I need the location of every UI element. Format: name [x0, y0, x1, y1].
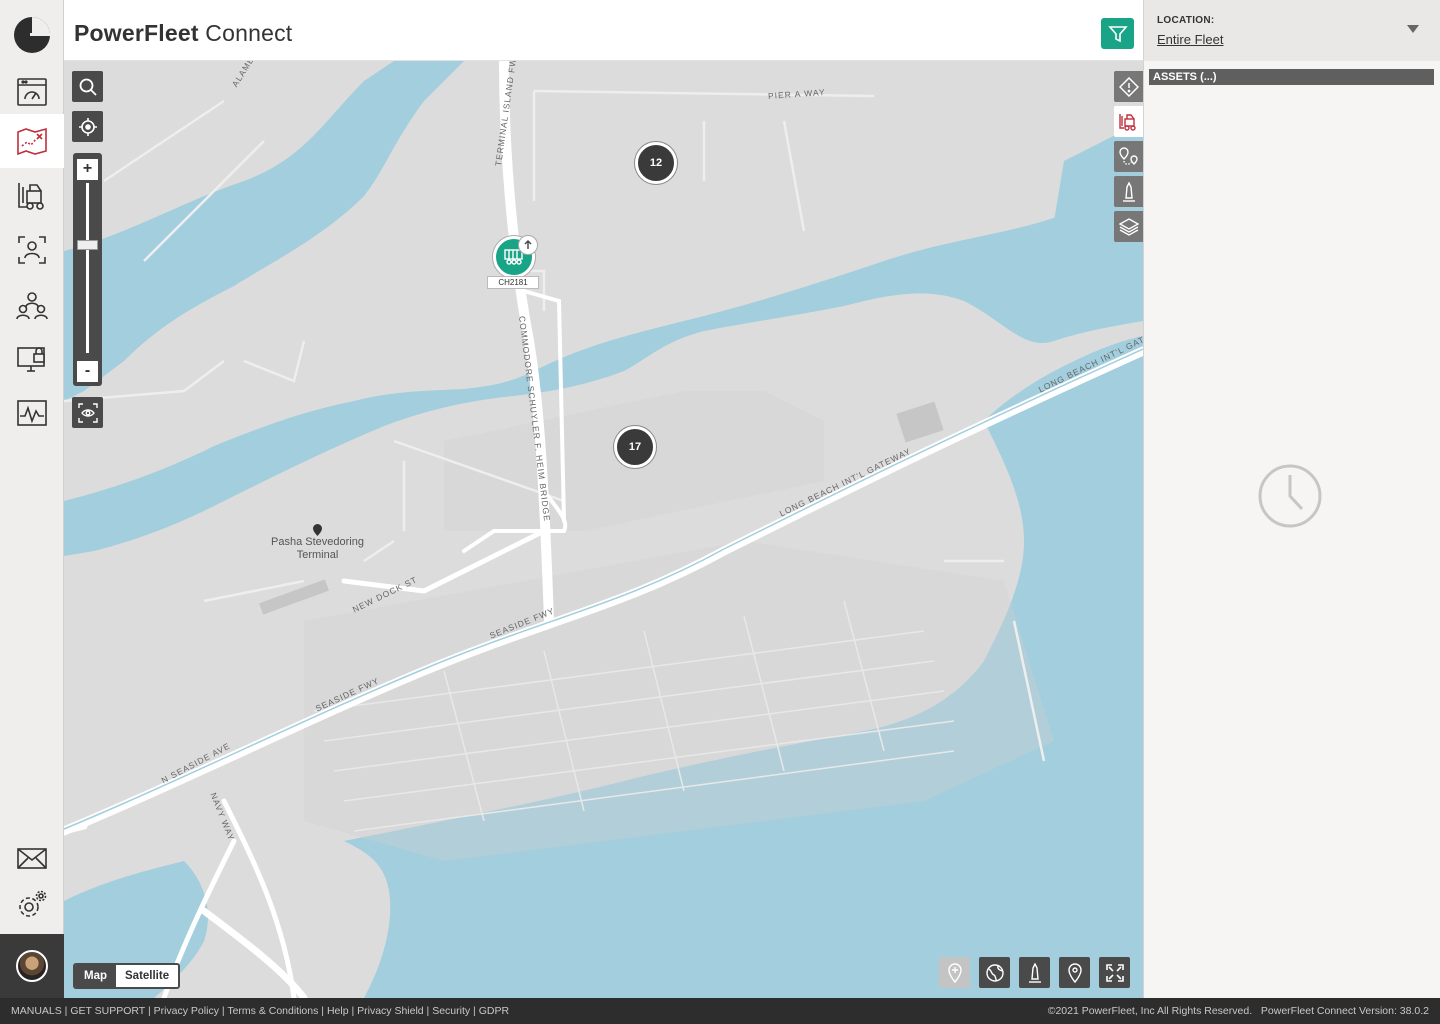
footer-link-privacy-shield[interactable]: Privacy Shield	[357, 1005, 424, 1017]
location-pin-icon	[1067, 962, 1082, 983]
footer-link-gdpr[interactable]: GDPR	[479, 1005, 509, 1017]
forklift-icon	[18, 183, 44, 210]
avatar[interactable]	[16, 950, 48, 982]
zoom-handle[interactable]	[77, 240, 98, 250]
location-pin-button[interactable]	[1059, 957, 1090, 988]
nav-settings[interactable]	[0, 877, 64, 931]
fullscreen-button[interactable]	[1099, 957, 1130, 988]
nav-analytics[interactable]	[0, 386, 64, 440]
filter-icon	[1107, 25, 1128, 42]
assets-header: ASSETS (...)	[1149, 69, 1434, 85]
footer-right: ©2021 PowerFleet, Inc All Rights Reserve…	[1048, 998, 1429, 1024]
poi-pin-icon[interactable]	[313, 524, 322, 536]
map-type-map[interactable]: Map	[75, 965, 116, 987]
footer-link-manuals[interactable]: MANUALS	[11, 1005, 62, 1017]
nav-groups[interactable]	[0, 278, 64, 332]
map-view[interactable]: PIER A WAY TERMINAL ISLAND FWY COMMODORE…	[64, 61, 1143, 998]
footer-link-help[interactable]: Help	[327, 1005, 349, 1017]
map-type-toggle[interactable]: Map Satellite	[73, 963, 181, 989]
right-panel: LOCATION: Entire Fleet ASSETS (...)	[1143, 0, 1440, 998]
vehicle-label[interactable]: CH2181	[487, 276, 539, 289]
alert-diamond-icon	[1118, 76, 1139, 97]
arrow-up-icon	[524, 240, 532, 249]
assets-tool[interactable]	[1114, 106, 1143, 137]
layers-icon	[1118, 217, 1139, 236]
alerts-tool[interactable]	[1114, 71, 1143, 102]
search-icon	[79, 78, 97, 96]
landmarks-tool[interactable]	[1114, 176, 1143, 207]
footer-link-privacy[interactable]: Privacy Policy	[154, 1005, 219, 1017]
asset-cluster[interactable]: 17	[614, 426, 656, 468]
monitor-lock-icon	[17, 347, 45, 372]
poi-label: Pasha Stevedoring Terminal	[271, 536, 364, 561]
footer-link-security[interactable]: Security	[432, 1005, 470, 1017]
footer: MANUALS | GET SUPPORT | Privacy Policy |…	[0, 998, 1440, 1024]
location-selector[interactable]: LOCATION: Entire Fleet	[1144, 0, 1440, 61]
clock-icon	[1258, 464, 1322, 528]
map-icon	[17, 127, 47, 156]
user-profile[interactable]	[0, 934, 64, 998]
map-canvas[interactable]	[64, 61, 1143, 998]
zoom-out-button[interactable]: -	[77, 361, 98, 382]
fullscreen-icon	[1105, 963, 1124, 982]
asset-cluster[interactable]: 12	[635, 142, 677, 184]
visibility-button[interactable]	[72, 397, 103, 428]
copyright: ©2021 PowerFleet, Inc All Rights Reserve…	[1047, 1005, 1253, 1017]
nav-access[interactable]	[0, 332, 64, 386]
add-place-button[interactable]	[939, 957, 970, 988]
tower-icon	[1122, 181, 1135, 202]
envelope-icon	[17, 848, 47, 869]
map-search-button[interactable]	[72, 71, 103, 102]
user-scan-icon	[18, 236, 46, 264]
chevron-down-icon[interactable]	[1407, 25, 1419, 33]
globe-button[interactable]	[979, 957, 1010, 988]
analytics-icon	[17, 400, 47, 426]
layers-tool[interactable]	[1114, 211, 1143, 242]
nav-assets[interactable]	[0, 169, 64, 223]
globe-icon	[985, 963, 1004, 982]
heading-indicator	[518, 235, 538, 255]
places-tool[interactable]	[1114, 141, 1143, 172]
location-value[interactable]: Entire Fleet	[1157, 32, 1223, 47]
powerfleet-logo[interactable]	[13, 16, 51, 54]
version: PowerFleet Connect Version: 38.0.2	[1260, 1005, 1429, 1017]
app-title: PowerFleet Connect	[74, 20, 293, 46]
eye-icon	[77, 402, 98, 423]
crosshair-icon	[78, 117, 97, 136]
header: PowerFleet Connect	[64, 0, 1143, 61]
nav-map[interactable]	[0, 114, 64, 168]
dashboard-icon	[17, 78, 47, 106]
route-pin-icon	[1118, 146, 1138, 165]
map-type-satellite[interactable]: Satellite	[116, 965, 179, 987]
zoom-in-button[interactable]: +	[77, 159, 98, 180]
footer-link-support[interactable]: GET SUPPORT	[70, 1005, 145, 1017]
location-label: LOCATION:	[1157, 15, 1215, 26]
pin-plus-icon	[947, 962, 962, 983]
footer-links: MANUALS | GET SUPPORT | Privacy Policy |…	[11, 1005, 510, 1017]
footer-link-terms[interactable]: Terms & Conditions	[227, 1005, 318, 1017]
landmark-button[interactable]	[1019, 957, 1050, 988]
nav-dashboard[interactable]	[0, 65, 64, 119]
group-icon	[16, 292, 48, 320]
zoom-slider[interactable]: + -	[73, 153, 102, 386]
filter-button[interactable]	[1101, 18, 1134, 49]
tower-icon	[1028, 962, 1041, 983]
zoom-track[interactable]	[86, 183, 89, 353]
left-nav	[0, 0, 64, 998]
gear-icon	[19, 890, 47, 917]
nav-users[interactable]	[0, 223, 64, 277]
forklift-icon	[1118, 113, 1136, 131]
locate-button[interactable]	[72, 111, 103, 142]
